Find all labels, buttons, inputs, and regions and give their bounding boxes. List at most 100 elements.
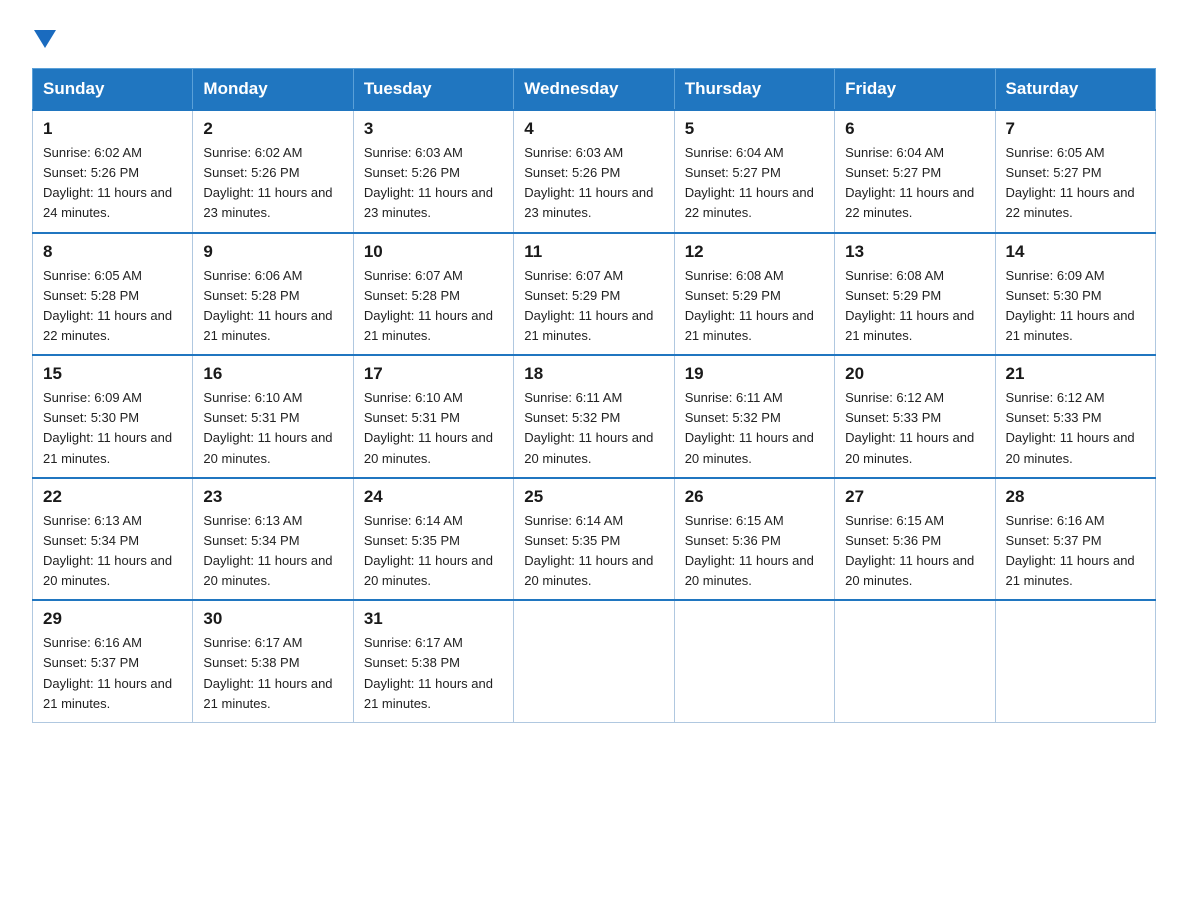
day-info: Sunrise: 6:09 AMSunset: 5:30 PMDaylight:… (43, 388, 182, 469)
day-number: 28 (1006, 487, 1145, 507)
calendar-header-saturday: Saturday (995, 69, 1155, 111)
calendar-cell: 15 Sunrise: 6:09 AMSunset: 5:30 PMDayligh… (33, 355, 193, 478)
calendar-cell: 26 Sunrise: 6:15 AMSunset: 5:36 PMDayligh… (674, 478, 834, 601)
calendar-cell: 31 Sunrise: 6:17 AMSunset: 5:38 PMDayligh… (353, 600, 513, 722)
calendar-cell: 9 Sunrise: 6:06 AMSunset: 5:28 PMDaylight… (193, 233, 353, 356)
day-number: 19 (685, 364, 824, 384)
day-info: Sunrise: 6:16 AMSunset: 5:37 PMDaylight:… (43, 633, 182, 714)
calendar-cell: 23Sunrise: 6:13 AMSunset: 5:34 PMDayligh… (193, 478, 353, 601)
day-number: 16 (203, 364, 342, 384)
calendar-cell: 29 Sunrise: 6:16 AMSunset: 5:37 PMDayligh… (33, 600, 193, 722)
day-info: Sunrise: 6:10 AMSunset: 5:31 PMDaylight:… (364, 388, 503, 469)
day-number: 12 (685, 242, 824, 262)
day-number: 4 (524, 119, 663, 139)
calendar-cell: 19 Sunrise: 6:11 AMSunset: 5:32 PMDayligh… (674, 355, 834, 478)
day-info: Sunrise: 6:15 AMSunset: 5:36 PMDaylight:… (845, 511, 984, 592)
calendar-week-row-1: 1 Sunrise: 6:02 AMSunset: 5:26 PMDaylight… (33, 110, 1156, 233)
calendar-cell: 17Sunrise: 6:10 AMSunset: 5:31 PMDayligh… (353, 355, 513, 478)
page-header (32, 24, 1156, 52)
calendar-cell: 2 Sunrise: 6:02 AMSunset: 5:26 PMDaylight… (193, 110, 353, 233)
day-number: 5 (685, 119, 824, 139)
calendar-cell (674, 600, 834, 722)
calendar-cell: 7Sunrise: 6:05 AMSunset: 5:27 PMDaylight… (995, 110, 1155, 233)
day-number: 15 (43, 364, 182, 384)
day-info: Sunrise: 6:08 AMSunset: 5:29 PMDaylight:… (845, 266, 984, 347)
calendar-cell: 27 Sunrise: 6:15 AMSunset: 5:36 PMDayligh… (835, 478, 995, 601)
calendar-cell: 10 Sunrise: 6:07 AMSunset: 5:28 PMDayligh… (353, 233, 513, 356)
day-number: 9 (203, 242, 342, 262)
day-number: 6 (845, 119, 984, 139)
calendar-cell (835, 600, 995, 722)
day-info: Sunrise: 6:13 AMSunset: 5:34 PMDaylight:… (43, 511, 182, 592)
day-info: Sunrise: 6:15 AMSunset: 5:36 PMDaylight:… (685, 511, 824, 592)
day-number: 27 (845, 487, 984, 507)
calendar-week-row-3: 15 Sunrise: 6:09 AMSunset: 5:30 PMDayligh… (33, 355, 1156, 478)
calendar-cell: 4 Sunrise: 6:03 AMSunset: 5:26 PMDaylight… (514, 110, 674, 233)
calendar-cell (514, 600, 674, 722)
day-number: 29 (43, 609, 182, 629)
day-info: Sunrise: 6:10 AMSunset: 5:31 PMDaylight:… (203, 388, 342, 469)
day-info: Sunrise: 6:11 AMSunset: 5:32 PMDaylight:… (524, 388, 663, 469)
calendar-cell: 6 Sunrise: 6:04 AMSunset: 5:27 PMDaylight… (835, 110, 995, 233)
calendar-week-row-4: 22 Sunrise: 6:13 AMSunset: 5:34 PMDayligh… (33, 478, 1156, 601)
calendar-cell: 28 Sunrise: 6:16 AMSunset: 5:37 PMDayligh… (995, 478, 1155, 601)
calendar-header-sunday: Sunday (33, 69, 193, 111)
day-info: Sunrise: 6:08 AMSunset: 5:29 PMDaylight:… (685, 266, 824, 347)
day-number: 8 (43, 242, 182, 262)
day-number: 31 (364, 609, 503, 629)
calendar-cell: 20 Sunrise: 6:12 AMSunset: 5:33 PMDayligh… (835, 355, 995, 478)
day-info: Sunrise: 6:11 AMSunset: 5:32 PMDaylight:… (685, 388, 824, 469)
calendar-cell: 1 Sunrise: 6:02 AMSunset: 5:26 PMDaylight… (33, 110, 193, 233)
day-number: 3 (364, 119, 503, 139)
calendar-cell: 8Sunrise: 6:05 AMSunset: 5:28 PMDaylight… (33, 233, 193, 356)
day-number: 7 (1006, 119, 1145, 139)
calendar-cell (995, 600, 1155, 722)
calendar-header-wednesday: Wednesday (514, 69, 674, 111)
calendar-cell: 18 Sunrise: 6:11 AMSunset: 5:32 PMDayligh… (514, 355, 674, 478)
calendar-cell: 13Sunrise: 6:08 AMSunset: 5:29 PMDayligh… (835, 233, 995, 356)
day-info: Sunrise: 6:04 AMSunset: 5:27 PMDaylight:… (845, 143, 984, 224)
calendar-cell: 12 Sunrise: 6:08 AMSunset: 5:29 PMDayligh… (674, 233, 834, 356)
day-info: Sunrise: 6:12 AMSunset: 5:33 PMDaylight:… (1006, 388, 1145, 469)
day-info: Sunrise: 6:12 AMSunset: 5:33 PMDaylight:… (845, 388, 984, 469)
day-info: Sunrise: 6:14 AMSunset: 5:35 PMDaylight:… (524, 511, 663, 592)
calendar-header-friday: Friday (835, 69, 995, 111)
day-number: 18 (524, 364, 663, 384)
day-number: 20 (845, 364, 984, 384)
day-info: Sunrise: 6:02 AMSunset: 5:26 PMDaylight:… (203, 143, 342, 224)
calendar-cell: 5 Sunrise: 6:04 AMSunset: 5:27 PMDaylight… (674, 110, 834, 233)
day-info: Sunrise: 6:07 AMSunset: 5:28 PMDaylight:… (364, 266, 503, 347)
day-number: 11 (524, 242, 663, 262)
logo (32, 28, 56, 52)
calendar-cell: 21 Sunrise: 6:12 AMSunset: 5:33 PMDayligh… (995, 355, 1155, 478)
day-number: 24 (364, 487, 503, 507)
day-info: Sunrise: 6:04 AMSunset: 5:27 PMDaylight:… (685, 143, 824, 224)
calendar-table: SundayMondayTuesdayWednesdayThursdayFrid… (32, 68, 1156, 723)
day-info: Sunrise: 6:16 AMSunset: 5:37 PMDaylight:… (1006, 511, 1145, 592)
day-info: Sunrise: 6:17 AMSunset: 5:38 PMDaylight:… (364, 633, 503, 714)
day-info: Sunrise: 6:02 AMSunset: 5:26 PMDaylight:… (43, 143, 182, 224)
day-number: 22 (43, 487, 182, 507)
day-info: Sunrise: 6:03 AMSunset: 5:26 PMDaylight:… (364, 143, 503, 224)
calendar-cell: 25Sunrise: 6:14 AMSunset: 5:35 PMDayligh… (514, 478, 674, 601)
day-number: 10 (364, 242, 503, 262)
calendar-week-row-5: 29 Sunrise: 6:16 AMSunset: 5:37 PMDayligh… (33, 600, 1156, 722)
day-number: 21 (1006, 364, 1145, 384)
calendar-header-thursday: Thursday (674, 69, 834, 111)
day-number: 2 (203, 119, 342, 139)
day-number: 1 (43, 119, 182, 139)
calendar-cell: 24Sunrise: 6:14 AMSunset: 5:35 PMDayligh… (353, 478, 513, 601)
day-info: Sunrise: 6:06 AMSunset: 5:28 PMDaylight:… (203, 266, 342, 347)
calendar-cell: 14Sunrise: 6:09 AMSunset: 5:30 PMDayligh… (995, 233, 1155, 356)
calendar-header-row: SundayMondayTuesdayWednesdayThursdayFrid… (33, 69, 1156, 111)
calendar-week-row-2: 8Sunrise: 6:05 AMSunset: 5:28 PMDaylight… (33, 233, 1156, 356)
day-info: Sunrise: 6:13 AMSunset: 5:34 PMDaylight:… (203, 511, 342, 592)
calendar-header-monday: Monday (193, 69, 353, 111)
day-info: Sunrise: 6:03 AMSunset: 5:26 PMDaylight:… (524, 143, 663, 224)
day-number: 26 (685, 487, 824, 507)
calendar-cell: 11Sunrise: 6:07 AMSunset: 5:29 PMDayligh… (514, 233, 674, 356)
calendar-cell: 16 Sunrise: 6:10 AMSunset: 5:31 PMDayligh… (193, 355, 353, 478)
calendar-header-tuesday: Tuesday (353, 69, 513, 111)
calendar-cell: 30Sunrise: 6:17 AMSunset: 5:38 PMDayligh… (193, 600, 353, 722)
calendar-cell: 22 Sunrise: 6:13 AMSunset: 5:34 PMDayligh… (33, 478, 193, 601)
